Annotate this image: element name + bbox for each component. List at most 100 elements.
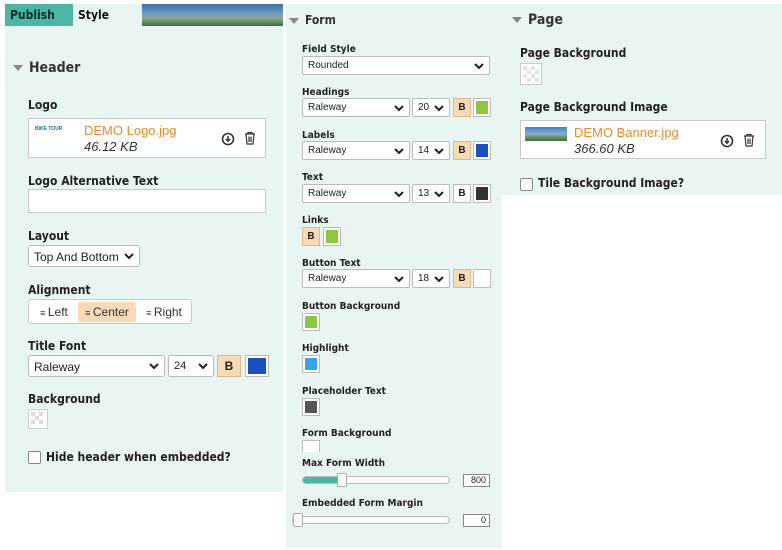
tab-bar: Publish Code Style Editor — [5, 4, 283, 44]
align-left-label: Left — [47, 305, 68, 319]
text-bold-toggle[interactable]: B — [453, 184, 471, 203]
button-text-color-picker[interactable] — [473, 269, 491, 288]
field-style-label: Field Style — [302, 44, 356, 55]
transparent-swatch-icon — [31, 412, 43, 424]
headings-font-select[interactable]: Raleway — [302, 98, 410, 117]
alt-text-input[interactable] — [28, 189, 266, 213]
links-bold-toggle[interactable]: B — [302, 227, 320, 246]
logo-label: Logo — [28, 98, 58, 112]
labels-color-picker[interactable] — [473, 141, 491, 160]
triangle-down-icon — [289, 17, 299, 24]
download-icon[interactable] — [720, 134, 734, 148]
page-section-toggle[interactable]: Page — [512, 12, 563, 28]
logo-file-name[interactable]: DEMO Logo.jpg — [84, 123, 177, 138]
layout-select[interactable]: Top And Bottom — [28, 245, 140, 267]
button-text-bold-toggle[interactable]: B — [453, 269, 471, 288]
background-label: Background — [28, 392, 101, 406]
button-text-font-select[interactable]: Raleway — [302, 269, 410, 288]
trash-icon[interactable] — [742, 133, 756, 147]
tab-publish-code[interactable]: Publish Code — [5, 4, 73, 44]
align-center-option[interactable]: ≡ Center — [78, 302, 136, 322]
title-font-bold-toggle[interactable]: B — [217, 355, 241, 377]
alignment-group: ≡ Left ≡ Center ≡ Right — [28, 299, 192, 324]
background-color-picker[interactable] — [28, 409, 48, 429]
max-form-width-input[interactable]: 800 — [463, 474, 490, 487]
banner-file-size: 366.60 KB — [574, 141, 635, 156]
align-left-icon: ≡ — [40, 308, 48, 318]
form-background-label: Form Background — [302, 428, 392, 439]
page-background-image-card: DEMO Banner.jpg 366.60 KB — [520, 120, 766, 159]
title-font-size-value: 24 — [174, 360, 187, 372]
headings-label: Headings — [302, 87, 350, 98]
triangle-down-icon — [13, 65, 23, 71]
tile-background-checkbox[interactable] — [520, 178, 533, 191]
align-right-icon: ≡ — [146, 308, 154, 318]
chevron-down-icon — [394, 105, 404, 112]
transparent-swatch-icon — [523, 66, 539, 82]
links-color-picker[interactable] — [323, 227, 341, 246]
headings-bold-toggle[interactable]: B — [453, 98, 471, 117]
labels-size-select[interactable]: 14 — [412, 141, 450, 160]
embedded-form-margin-input[interactable]: 0 — [463, 514, 490, 527]
title-font-select[interactable]: Raleway — [28, 355, 165, 377]
text-font-select[interactable]: Raleway — [302, 184, 410, 203]
labels-bold-toggle[interactable]: B — [453, 141, 471, 160]
highlight-color-picker[interactable] — [302, 355, 320, 373]
field-style-select[interactable]: Rounded — [302, 56, 490, 75]
headings-size-value: 20 — [418, 102, 430, 113]
title-font-size-select[interactable]: 24 — [168, 355, 214, 377]
logo-file-card: BIKE TOUR DEMO Logo.jpg 46.12 KB — [28, 118, 266, 158]
trash-icon[interactable] — [243, 131, 257, 145]
labels-font-select[interactable]: Raleway — [302, 141, 410, 160]
embedded-form-margin-slider-thumb[interactable] — [293, 513, 303, 527]
form-section-toggle[interactable]: Form — [289, 13, 336, 27]
align-right-option[interactable]: ≡ Right — [139, 302, 189, 322]
banner-image — [142, 4, 283, 26]
button-background-label: Button Background — [302, 301, 401, 312]
align-center-label: Center — [92, 305, 129, 319]
button-text-size-value: 18 — [418, 273, 430, 284]
banner-file-name[interactable]: DEMO Banner.jpg — [574, 125, 679, 140]
max-form-width-label: Max Form Width — [302, 458, 385, 469]
button-text-font-value: Raleway — [308, 273, 347, 284]
alt-text-label: Logo Alternative Text — [28, 174, 159, 188]
hide-header-label[interactable]: Hide header when embedded? — [46, 450, 231, 464]
headings-size-select[interactable]: 20 — [412, 98, 450, 117]
page-background-image-label: Page Background Image — [520, 100, 668, 114]
page-background-color-picker[interactable] — [520, 63, 542, 85]
placeholder-text-color-swatch — [305, 401, 317, 413]
button-text-size-select[interactable]: 18 — [412, 269, 450, 288]
header-panel: Header Logo BIKE TOUR DEMO Logo.jpg 46.1… — [5, 26, 283, 492]
align-left-option[interactable]: ≡ Left — [32, 302, 76, 322]
tab-style-editor[interactable]: Style Editor — [73, 4, 142, 44]
text-font-value: Raleway — [308, 188, 347, 199]
title-font-label: Title Font — [28, 339, 87, 353]
button-text-label: Button Text — [302, 258, 361, 269]
button-background-color-swatch — [305, 316, 317, 328]
download-icon[interactable] — [221, 132, 235, 146]
form-section-title: Form — [305, 13, 336, 27]
text-color-swatch — [476, 187, 488, 200]
max-form-width-slider[interactable] — [302, 473, 450, 487]
headings-color-picker[interactable] — [473, 98, 491, 117]
text-label: Text — [302, 172, 324, 183]
placeholder-text-color-picker[interactable] — [302, 398, 320, 416]
form-background-color-picker[interactable] — [302, 440, 320, 452]
title-font-color-picker[interactable] — [245, 355, 269, 377]
logo-thumbnail: BIKE TOUR — [35, 126, 63, 132]
text-color-picker[interactable] — [473, 184, 491, 203]
hide-header-checkbox[interactable] — [28, 451, 41, 464]
links-color-swatch — [326, 230, 338, 243]
chevron-down-icon — [434, 105, 444, 112]
page-section-title: Page — [528, 12, 563, 28]
header-section-title: Header — [29, 60, 81, 76]
max-form-width-slider-thumb[interactable] — [337, 473, 347, 487]
field-style-value: Rounded — [308, 60, 349, 71]
embedded-form-margin-slider[interactable] — [292, 513, 450, 527]
alignment-label: Alignment — [28, 283, 91, 297]
text-size-select[interactable]: 13 — [412, 184, 450, 203]
button-background-color-picker[interactable] — [302, 313, 320, 331]
header-section-toggle[interactable]: Header — [13, 60, 80, 76]
chevron-down-icon — [434, 276, 444, 283]
tile-background-label[interactable]: Tile Background Image? — [538, 176, 684, 190]
